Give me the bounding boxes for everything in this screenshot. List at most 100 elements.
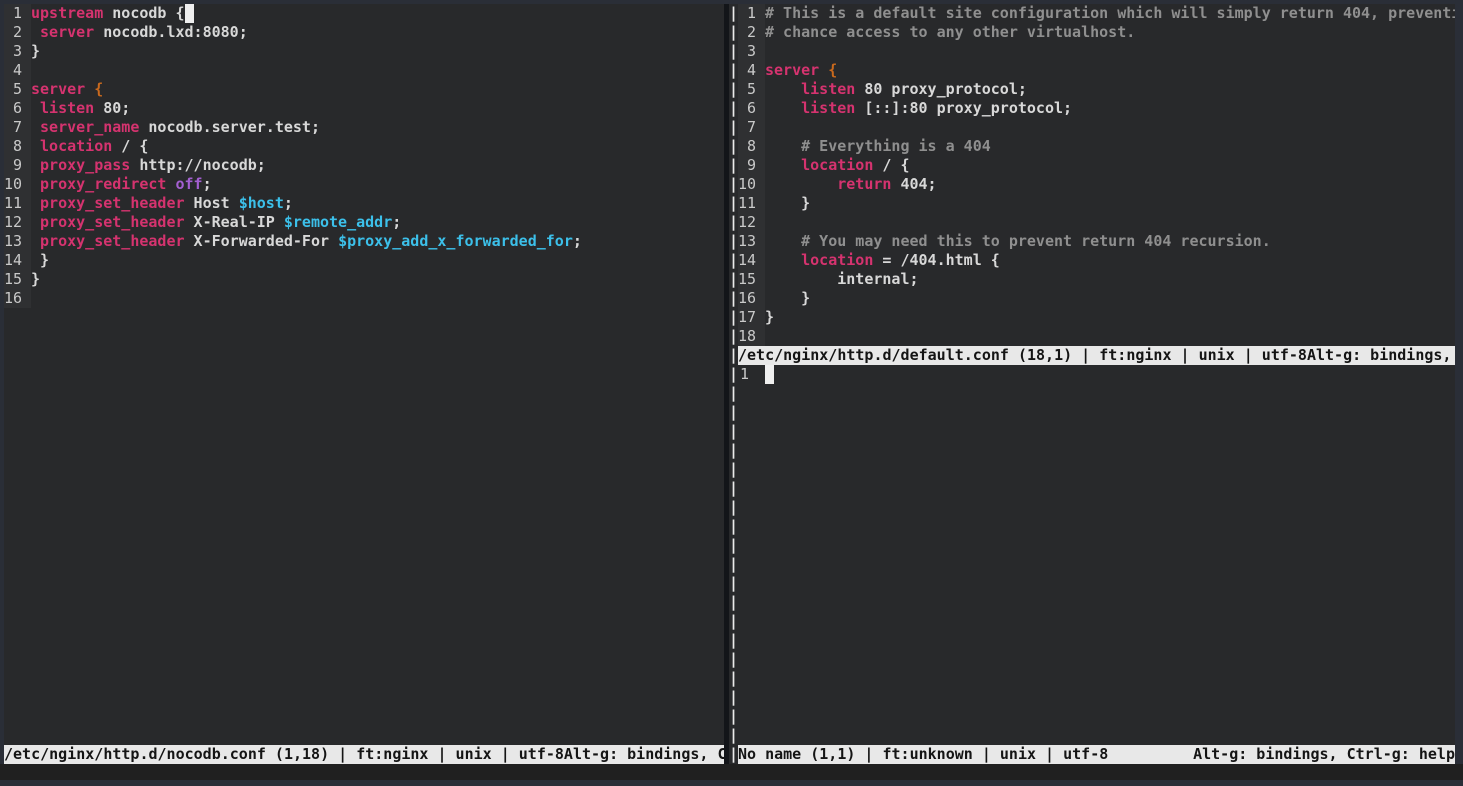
pane-noname-buffer[interactable]: 1 No name (1,1) | ft:unknown | unix | ut… xyxy=(738,365,1455,764)
code-line[interactable]: 14 location = /404.html { xyxy=(738,251,1455,270)
code-line[interactable]: 16 } xyxy=(738,289,1455,308)
split-divider-glyph: | xyxy=(724,536,738,555)
split-divider-glyph: | xyxy=(724,251,738,270)
code-token: } xyxy=(31,270,40,288)
code-line[interactable]: 3 xyxy=(738,42,1455,61)
code-token: 80 proxy_protocol; xyxy=(855,80,1027,98)
text-cursor xyxy=(765,365,774,384)
status-file-info: /etc/nginx/http.d/default.conf (18,1) | … xyxy=(738,346,1307,365)
code-line[interactable]: 1# This is a default site configuration … xyxy=(738,4,1455,23)
code-token: # chance access to any other virtualhost… xyxy=(765,23,1135,41)
line-number: 4 xyxy=(4,61,31,80)
code-line[interactable]: 15 internal; xyxy=(738,270,1455,289)
code-line[interactable]: 8 location / { xyxy=(4,137,724,156)
line-number: 5 xyxy=(738,80,765,99)
code-token: # Everything is a 404 xyxy=(765,137,991,155)
code-line[interactable]: 1 xyxy=(738,365,1455,384)
code-token: $remote_addr xyxy=(284,213,392,231)
code-token: / { xyxy=(873,156,909,174)
code-text: listen 80 proxy_protocol; xyxy=(765,80,1027,99)
code-text: proxy_pass http://nocodb; xyxy=(31,156,266,175)
code-line[interactable]: 2# chance access to any other virtualhos… xyxy=(738,23,1455,42)
code-token: off xyxy=(176,175,203,193)
line-number: 5 xyxy=(4,80,31,99)
code-line[interactable]: 9 proxy_pass http://nocodb; xyxy=(4,156,724,175)
code-line[interactable]: 12 xyxy=(738,213,1455,232)
code-token xyxy=(31,99,40,117)
code-token: server xyxy=(765,61,819,79)
code-line[interactable]: 1upstream nocodb { xyxy=(4,4,724,23)
code-token: nocodb.lxd:8080; xyxy=(94,23,248,41)
code-line[interactable]: 2 server nocodb.lxd:8080; xyxy=(4,23,724,42)
code-line[interactable]: 5 listen 80 proxy_protocol; xyxy=(738,80,1455,99)
code-token xyxy=(31,213,40,231)
buffer-nocodb-conf[interactable]: 1upstream nocodb {2 server nocodb.lxd:80… xyxy=(4,4,724,745)
code-line[interactable]: 7 server_name nocodb.server.test; xyxy=(4,118,724,137)
code-line[interactable]: 3} xyxy=(4,42,724,61)
statusline-nocodb-conf: /etc/nginx/http.d/nocodb.conf (1,18) | f… xyxy=(4,745,724,764)
line-number: 2 xyxy=(738,23,765,42)
code-token xyxy=(765,156,801,174)
line-number: 3 xyxy=(4,42,31,61)
split-divider-glyph: | xyxy=(724,745,738,764)
code-line[interactable]: 14 } xyxy=(4,251,724,270)
code-line[interactable]: 8 # Everything is a 404 xyxy=(738,137,1455,156)
status-file-info: /etc/nginx/http.d/nocodb.conf (1,18) | f… xyxy=(4,745,564,764)
line-number: 10 xyxy=(738,175,765,194)
terminal-micro-editor: 1upstream nocodb {2 server nocodb.lxd:80… xyxy=(0,0,1463,786)
buffer-noname[interactable]: 1 xyxy=(738,365,1455,745)
code-text: server_name nocodb.server.test; xyxy=(31,118,320,137)
split-divider-glyph: | xyxy=(724,289,738,308)
code-line[interactable]: 6 listen 80; xyxy=(4,99,724,118)
line-number: 14 xyxy=(4,251,31,270)
split-divider-glyph: | xyxy=(724,118,738,137)
code-line[interactable]: 6 listen [::]:80 proxy_protocol; xyxy=(738,99,1455,118)
code-line[interactable]: 7 xyxy=(738,118,1455,137)
line-number: 1 xyxy=(738,365,756,384)
code-line[interactable]: 5server { xyxy=(4,80,724,99)
line-number: 10 xyxy=(4,175,31,194)
code-line[interactable]: 16 xyxy=(4,289,724,308)
code-line[interactable]: 13 proxy_set_header X-Forwarded-For $pro… xyxy=(4,232,724,251)
code-line[interactable]: 11 proxy_set_header Host $host; xyxy=(4,194,724,213)
code-text: } xyxy=(31,251,49,270)
code-line[interactable]: 18 xyxy=(738,327,1455,346)
code-token xyxy=(31,175,40,193)
code-line[interactable]: 11 } xyxy=(738,194,1455,213)
line-number: 6 xyxy=(738,99,765,118)
code-text: server { xyxy=(31,80,103,99)
code-token: { xyxy=(828,61,837,79)
split-divider-glyph: | xyxy=(724,384,738,403)
split-divider-glyph: | xyxy=(724,707,738,726)
pane-default-conf[interactable]: 1# This is a default site configuration … xyxy=(738,4,1455,365)
line-number: 16 xyxy=(4,289,31,308)
split-divider-glyph: | xyxy=(724,327,738,346)
code-line[interactable]: 9 location / { xyxy=(738,156,1455,175)
code-line[interactable]: 10 proxy_redirect off; xyxy=(4,175,724,194)
line-number: 4 xyxy=(738,61,765,80)
code-line[interactable]: 15} xyxy=(4,270,724,289)
code-token xyxy=(765,251,801,269)
code-token: X-Real-IP xyxy=(185,213,284,231)
code-token: location xyxy=(801,251,873,269)
code-token xyxy=(31,156,40,174)
pane-nocodb-conf[interactable]: 1upstream nocodb {2 server nocodb.lxd:80… xyxy=(4,4,724,764)
status-help-text: Alt-g: bindings, C xyxy=(564,745,724,764)
code-line[interactable]: 4 xyxy=(4,61,724,80)
code-token xyxy=(31,194,40,212)
code-text: # Everything is a 404 xyxy=(765,137,991,156)
code-token: listen xyxy=(40,99,94,117)
buffer-default-conf[interactable]: 1# This is a default site configuration … xyxy=(738,4,1455,346)
code-token xyxy=(765,99,801,117)
split-divider-glyph: | xyxy=(724,498,738,517)
code-line[interactable]: 13 # You may need this to prevent return… xyxy=(738,232,1455,251)
line-number: 13 xyxy=(738,232,765,251)
code-token: / { xyxy=(112,137,148,155)
code-line[interactable]: 17} xyxy=(738,308,1455,327)
code-line[interactable]: 4server { xyxy=(738,61,1455,80)
code-line[interactable]: 10 return 404; xyxy=(738,175,1455,194)
code-text: location / { xyxy=(31,137,148,156)
code-token: # This is a default site configuration w… xyxy=(765,4,1455,22)
code-line[interactable]: 12 proxy_set_header X-Real-IP $remote_ad… xyxy=(4,213,724,232)
code-text: proxy_set_header X-Forwarded-For $proxy_… xyxy=(31,232,582,251)
